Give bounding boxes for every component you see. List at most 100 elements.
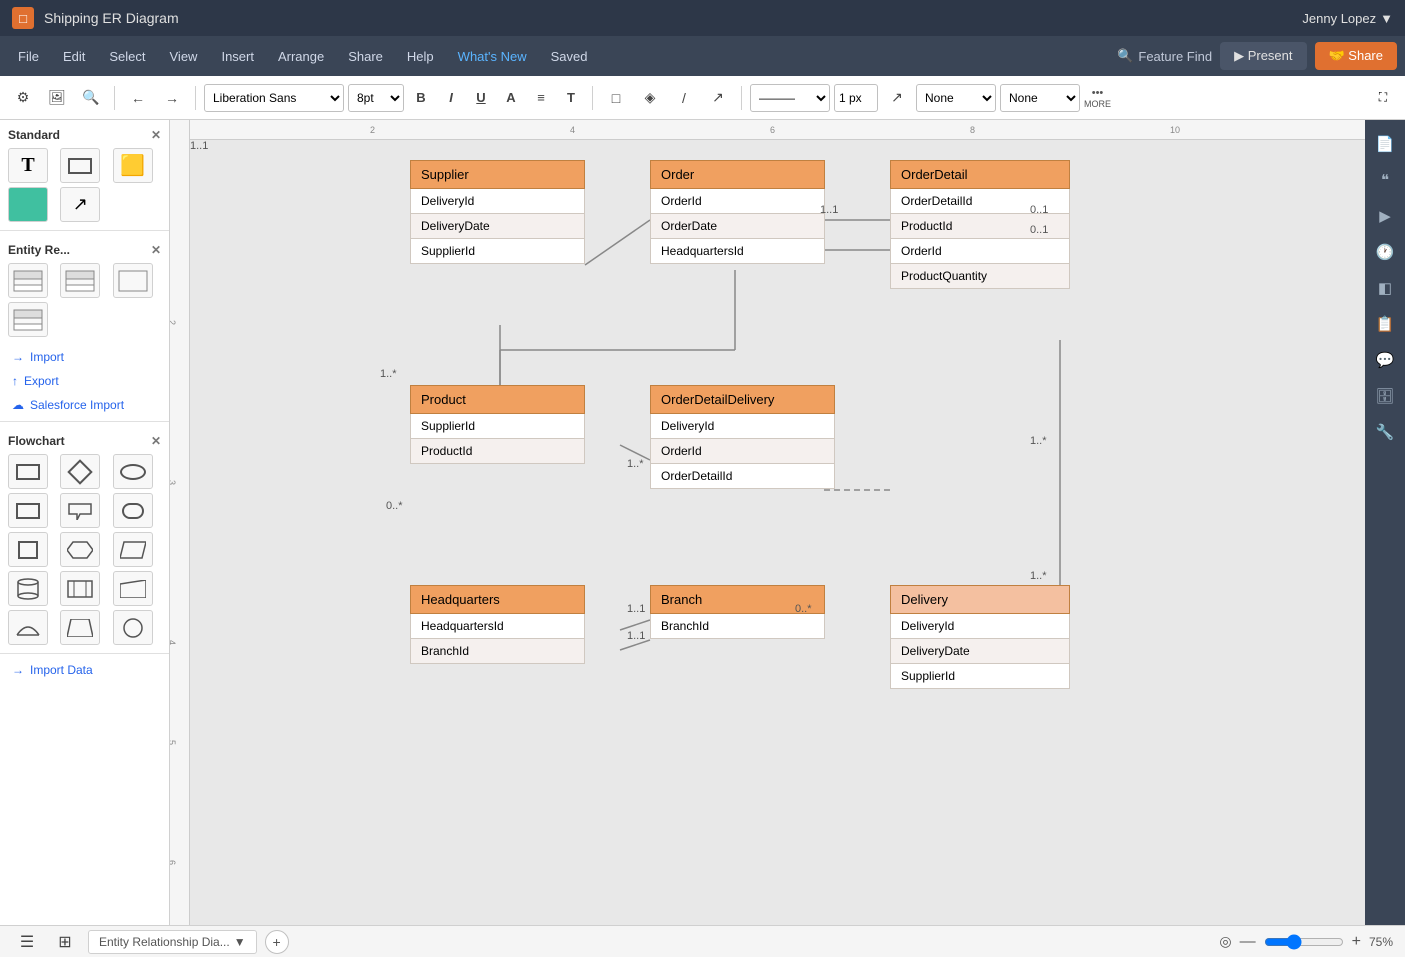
font-family-select[interactable]: Liberation Sans <box>204 84 344 112</box>
fc-para[interactable] <box>113 532 153 567</box>
standard-close[interactable]: ✕ <box>151 128 161 142</box>
import-action[interactable]: →Import <box>8 345 161 369</box>
underline-button[interactable]: U <box>468 84 494 112</box>
flowchart-close[interactable]: ✕ <box>151 434 161 448</box>
zoom-in-button[interactable]: + <box>1352 933 1361 951</box>
salesforce-import-action[interactable]: ☁Salesforce Import <box>8 393 161 417</box>
fc-round[interactable] <box>113 493 153 528</box>
fill-button[interactable]: ◈ <box>635 83 665 113</box>
timer-button[interactable]: 🕐 <box>1369 236 1401 268</box>
hq-headquartersid[interactable]: HeadquartersId <box>410 614 585 639</box>
menu-insert[interactable]: Insert <box>211 45 264 68</box>
delivery-supplierid[interactable]: SupplierId <box>890 664 1070 689</box>
more-button[interactable]: ••• MORE <box>1084 87 1111 109</box>
er-table-1[interactable] <box>8 263 48 298</box>
import-data-action[interactable]: →Import Data <box>8 658 161 682</box>
branch-branchid[interactable]: BranchId <box>650 614 825 639</box>
fc-hex[interactable] <box>60 532 100 567</box>
export-action[interactable]: ↑Export <box>8 369 161 393</box>
search-button[interactable]: 🔍 <box>76 83 106 113</box>
list-view-button[interactable]: ☰ <box>12 927 42 957</box>
menu-select[interactable]: Select <box>99 45 155 68</box>
fc-oval[interactable] <box>113 454 153 489</box>
product-productid[interactable]: ProductId <box>410 439 585 464</box>
delivery-deliveryid[interactable]: DeliveryId <box>890 614 1070 639</box>
format-panel-button[interactable]: 📄 <box>1369 128 1401 160</box>
diagram-tab[interactable]: Entity Relationship Dia... ▼ <box>88 930 257 954</box>
line-style-select[interactable]: ——— - - - <box>750 84 830 112</box>
data-button[interactable]: 🗄 <box>1369 380 1401 412</box>
er-diagram[interactable]: 1..1 Supplier DeliveryId DeliveryDate Su… <box>190 140 1270 880</box>
er-table-2[interactable] <box>60 263 100 298</box>
odd-orderdetailid[interactable]: OrderDetailId <box>650 464 835 489</box>
settings-button[interactable]: ⚙ <box>8 83 38 113</box>
italic-button[interactable]: I <box>438 84 464 112</box>
action-panel-button[interactable]: ▶ <box>1369 200 1401 232</box>
add-tab-button[interactable]: + <box>265 930 289 954</box>
fc-step[interactable] <box>60 571 100 606</box>
stroke-button[interactable]: / <box>669 83 699 113</box>
order-orderdate[interactable]: OrderDate <box>650 214 825 239</box>
extras-button[interactable]: 📋 <box>1369 308 1401 340</box>
menu-whats-new[interactable]: What's New <box>448 45 537 68</box>
comments-button[interactable]: 💬 <box>1369 344 1401 376</box>
align-button[interactable]: ≡ <box>528 84 554 112</box>
product-table[interactable]: Product SupplierId ProductId <box>410 385 585 464</box>
start-arrow-select[interactable]: None Arrow <box>916 84 996 112</box>
layers-button[interactable]: ◧ <box>1369 272 1401 304</box>
fc-rect3[interactable] <box>8 532 48 567</box>
entity-rel-close[interactable]: ✕ <box>151 243 161 257</box>
text-shape[interactable]: T <box>8 148 48 183</box>
bold-button[interactable]: B <box>408 84 434 112</box>
user-menu[interactable]: Jenny Lopez ▼ <box>1302 11 1393 26</box>
connector-button[interactable]: ↗ <box>703 83 733 113</box>
image-button[interactable]: 🖼 <box>42 83 72 113</box>
odd-orderid[interactable]: OrderId <box>650 439 835 464</box>
er-table-4[interactable] <box>8 302 48 337</box>
supplier-table[interactable]: Supplier DeliveryId DeliveryDate Supplie… <box>410 160 585 264</box>
orderdetaildelivery-table[interactable]: OrderDetailDelivery DeliveryId OrderId O… <box>650 385 835 489</box>
order-headquartersid[interactable]: HeadquartersId <box>650 239 825 264</box>
fc-trap[interactable] <box>60 610 100 645</box>
feature-find-button[interactable]: 🔍 Feature Find <box>1117 48 1212 64</box>
zoom-out-button[interactable]: — <box>1240 933 1256 951</box>
arrow-shape[interactable]: ↗ <box>60 187 100 222</box>
fc-cyl[interactable] <box>8 571 48 606</box>
zoom-target-icon[interactable]: ◎ <box>1219 933 1231 950</box>
zoom-slider[interactable] <box>1264 934 1344 950</box>
shape-button[interactable]: □ <box>601 83 631 113</box>
fc-diamond[interactable] <box>60 454 100 489</box>
note-shape[interactable]: 🟨 <box>113 148 153 183</box>
rect-shape[interactable] <box>60 148 100 183</box>
er-table-3[interactable] <box>113 263 153 298</box>
fc-circle[interactable] <box>113 610 153 645</box>
product-supplierid[interactable]: SupplierId <box>410 414 585 439</box>
grid-view-button[interactable]: ⊞ <box>50 927 80 957</box>
odd-deliveryid[interactable]: DeliveryId <box>650 414 835 439</box>
font-size-select[interactable]: 8pt 10pt 12pt <box>348 84 404 112</box>
text-format-button[interactable]: T <box>558 84 584 112</box>
order-table[interactable]: Order OrderId OrderDate HeadquartersId <box>650 160 825 264</box>
menu-help[interactable]: Help <box>397 45 444 68</box>
orderdetail-qty[interactable]: ProductQuantity <box>890 264 1070 289</box>
font-color-button[interactable]: A <box>498 84 524 112</box>
hq-branchid[interactable]: BranchId <box>410 639 585 664</box>
menu-share[interactable]: Share <box>338 45 393 68</box>
menu-view[interactable]: View <box>160 45 208 68</box>
redo-button[interactable]: → <box>157 83 187 113</box>
supplier-supplierid[interactable]: SupplierId <box>410 239 585 264</box>
supplier-deliverydate[interactable]: DeliveryDate <box>410 214 585 239</box>
headquarters-table[interactable]: Headquarters HeadquartersId BranchId <box>410 585 585 664</box>
line-width-input[interactable] <box>834 84 878 112</box>
line-corner-button[interactable]: ↗ <box>882 83 912 113</box>
order-orderid[interactable]: OrderId <box>650 189 825 214</box>
undo-button[interactable]: ← <box>123 83 153 113</box>
supplier-deliveryid[interactable]: DeliveryId <box>410 189 585 214</box>
fc-banner[interactable] <box>60 493 100 528</box>
fc-rect2[interactable] <box>8 493 48 528</box>
menu-file[interactable]: File <box>8 45 49 68</box>
share-button[interactable]: 🤝 Share <box>1315 42 1398 70</box>
colored-rect-shape[interactable] <box>8 187 48 222</box>
delivery-deliverydate[interactable]: DeliveryDate <box>890 639 1070 664</box>
canvas-area[interactable]: 2 4 6 8 10 2 3 4 5 6 <box>170 120 1365 925</box>
